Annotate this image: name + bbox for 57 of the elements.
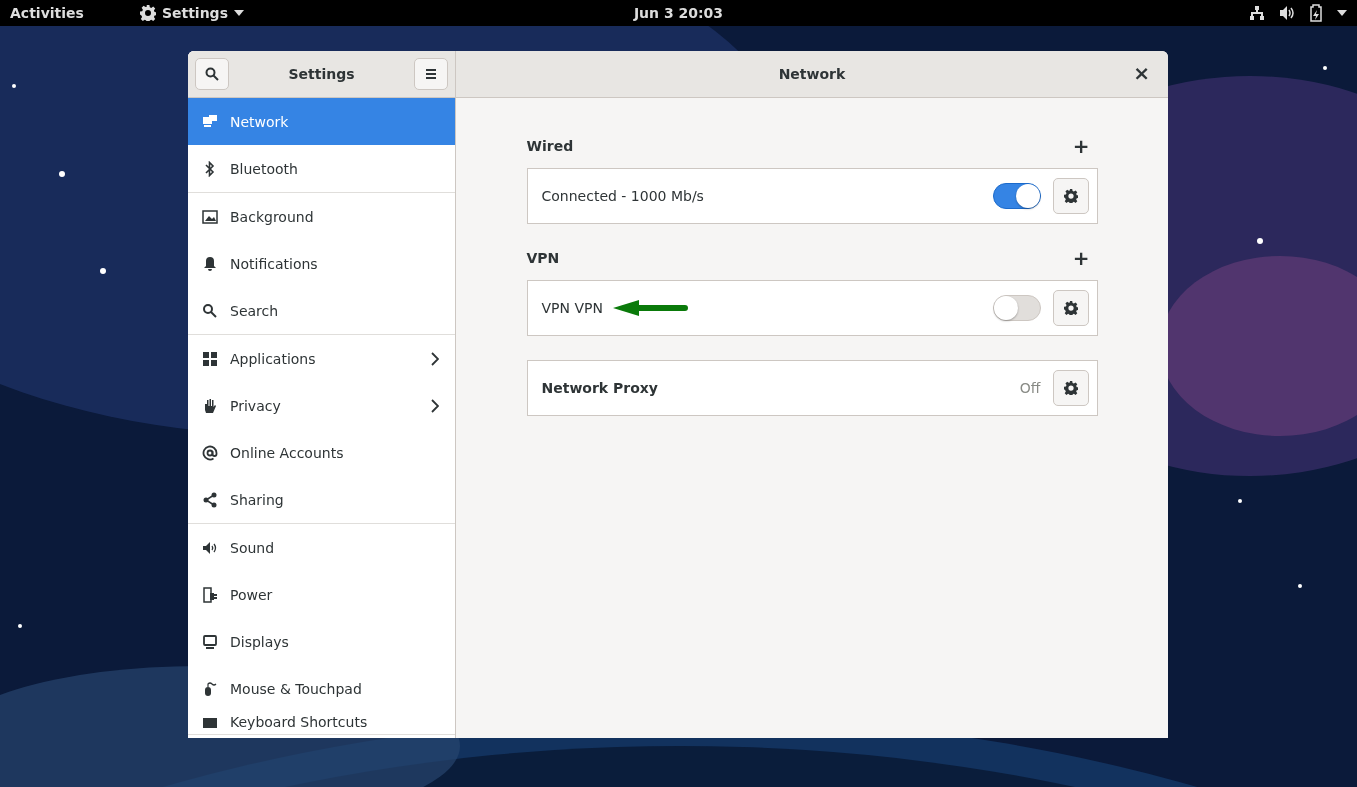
app-menu[interactable]: Settings: [139, 5, 244, 21]
settings-button[interactable]: [1052, 370, 1089, 406]
sidebar-item[interactable]: Search: [188, 287, 455, 334]
menu-button[interactable]: [414, 58, 448, 90]
caret-icon: [233, 10, 244, 16]
plug-icon: [202, 586, 218, 603]
sidebar-item[interactable]: Notifications: [188, 240, 455, 287]
network-icon: [202, 113, 218, 130]
add-button[interactable]: +: [1064, 248, 1098, 268]
caret-icon[interactable]: [1337, 10, 1347, 16]
bell-icon: [202, 255, 218, 272]
menu-icon: [425, 69, 437, 79]
grid-icon: [202, 350, 218, 367]
search-icon: [205, 67, 219, 81]
close-button[interactable]: ×: [1129, 61, 1154, 85]
status-text: Off: [1019, 380, 1041, 396]
search-button[interactable]: [195, 58, 229, 90]
sidebar-item[interactable]: Mouse & Touchpad: [188, 665, 455, 712]
clock[interactable]: Jun 3 20:03: [633, 5, 724, 21]
section-heading: VPN: [526, 250, 560, 266]
sidebar-item[interactable]: Sharing: [188, 476, 455, 523]
sidebar-item[interactable]: Power: [188, 571, 455, 618]
sidebar-item[interactable]: Network: [188, 98, 455, 145]
proxy-label: Network Proxy: [541, 380, 658, 396]
battery-icon[interactable]: [1309, 4, 1323, 22]
settings-button[interactable]: [1052, 290, 1089, 326]
sidebar-item[interactable]: Sound: [188, 524, 455, 571]
gear-icon: [1063, 381, 1078, 395]
sidebar-item[interactable]: Privacy: [188, 382, 455, 429]
volume-icon[interactable]: [1279, 5, 1295, 21]
sidebar-item[interactable]: Bluetooth: [188, 145, 455, 192]
toggle-switch[interactable]: [992, 183, 1041, 209]
sidebar-title: Settings: [288, 66, 355, 82]
activities-button[interactable]: Activities: [10, 5, 84, 21]
monitor-icon: [202, 633, 218, 650]
section-heading: Wired: [526, 138, 574, 154]
gear-icon: [139, 5, 156, 21]
sidebar-item[interactable]: Applications: [188, 335, 455, 382]
sidebar-item[interactable]: Background: [188, 193, 455, 240]
add-button[interactable]: +: [1064, 136, 1098, 156]
toggle-switch[interactable]: [992, 295, 1041, 321]
search-icon: [202, 302, 218, 319]
share-icon: [202, 491, 218, 508]
at-sign-icon: [202, 444, 218, 461]
sidebar-item[interactable]: Keyboard Shortcuts: [188, 712, 455, 734]
gear-icon: [1063, 189, 1078, 203]
gear-icon: [1063, 301, 1078, 315]
hand-icon: [202, 397, 218, 414]
sidebar-item[interactable]: Displays: [188, 618, 455, 665]
image-icon: [202, 208, 218, 225]
window-title: Network: [778, 66, 846, 82]
connection-label: VPN VPN: [541, 300, 603, 316]
mouse-icon: [202, 680, 218, 697]
settings-button[interactable]: [1052, 178, 1089, 214]
connection-label: Connected - 1000 Mb/s: [541, 188, 704, 204]
network-icon[interactable]: [1249, 5, 1265, 21]
sidebar-item[interactable]: Online Accounts: [188, 429, 455, 476]
